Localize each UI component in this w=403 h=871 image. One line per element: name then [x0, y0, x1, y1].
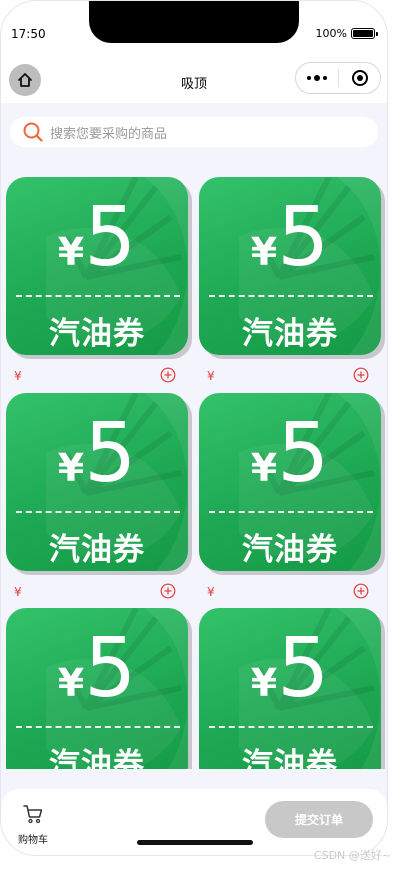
product-price: ¥	[207, 585, 215, 599]
coupon-value: ¥5	[6, 193, 188, 283]
product-card[interactable]: ¥5 汽油券 ¥	[199, 393, 381, 609]
add-to-cart-icon[interactable]	[353, 367, 369, 383]
coupon-currency: ¥	[57, 230, 85, 274]
search-bar[interactable]: 搜索您要采购的商品	[10, 117, 378, 147]
coupon-divider	[16, 511, 180, 513]
card-footer: ¥	[6, 571, 188, 609]
coupon-name: 汽油券	[49, 532, 145, 568]
status-time: 17:50	[11, 27, 46, 41]
target-icon	[351, 70, 368, 86]
add-to-cart-icon[interactable]	[353, 583, 369, 599]
product-grid: ¥5 汽油券 ¥ ¥5 汽油券 ¥ ¥5 汽油券 ¥ ¥5 汽油券 ¥ ¥5 汽…	[1, 163, 387, 769]
coupon-currency: ¥	[250, 446, 278, 490]
battery-icon	[351, 28, 378, 39]
watermark: CSDN @送好~	[313, 849, 391, 862]
coupon-image[interactable]: ¥5 汽油券	[199, 608, 381, 769]
coupon-amount: 5	[277, 190, 330, 285]
coupon-name: 汽油券	[49, 316, 145, 352]
coupon-amount: 5	[84, 406, 137, 501]
product-card[interactable]: ¥5 汽油券 ¥	[6, 177, 188, 393]
cart-icon	[23, 805, 43, 824]
product-card[interactable]: ¥5 汽油券	[199, 608, 381, 769]
coupon-value: ¥5	[199, 193, 381, 283]
coupon-image[interactable]: ¥5 汽油券	[6, 177, 188, 355]
coupon-value: ¥5	[6, 409, 188, 499]
product-price: ¥	[207, 369, 215, 383]
card-footer: ¥	[199, 571, 381, 609]
cart-button[interactable]: 购物车	[17, 803, 49, 846]
coupon-name: 汽油券	[242, 316, 338, 352]
coupon-amount: 5	[84, 190, 137, 285]
cart-label: 购物车	[18, 835, 48, 846]
mini-program-capsule	[295, 62, 381, 94]
coupon-value: ¥5	[199, 409, 381, 499]
battery-percent: 100%	[315, 27, 347, 40]
device-notch	[89, 1, 299, 43]
product-price: ¥	[14, 585, 22, 599]
coupon-image[interactable]: ¥5 汽油券	[199, 177, 381, 355]
nav-bar: 吸顶	[1, 51, 387, 103]
coupon-amount: 5	[84, 621, 137, 716]
phone-screen: 17:50 100% 吸顶 搜索您要采购的商品 ¥5 汽油券 ¥ ¥5 汽油券 …	[0, 0, 388, 856]
coupon-image[interactable]: ¥5 汽油券	[6, 608, 188, 769]
coupon-divider	[16, 295, 180, 297]
coupon-divider	[16, 726, 180, 728]
coupon-amount: 5	[277, 621, 330, 716]
home-indicator	[137, 840, 253, 845]
card-footer: ¥	[199, 355, 381, 393]
submit-order-button[interactable]: 提交订单	[265, 801, 373, 838]
coupon-currency: ¥	[57, 446, 85, 490]
coupon-name: 汽油券	[242, 747, 338, 769]
coupon-name: 汽油券	[242, 532, 338, 568]
product-card[interactable]: ¥5 汽油券 ¥	[6, 393, 188, 609]
more-dots-icon[interactable]	[296, 75, 338, 81]
coupon-image[interactable]: ¥5 汽油券	[199, 393, 381, 571]
add-to-cart-icon[interactable]	[160, 367, 176, 383]
card-footer: ¥	[6, 355, 188, 393]
battery-status: 100%	[315, 27, 378, 40]
search-icon	[23, 122, 43, 142]
close-capsule-button[interactable]	[339, 69, 380, 87]
coupon-currency: ¥	[250, 661, 278, 705]
bottom-action-bar: 购物车 提交订单	[1, 789, 387, 855]
product-card[interactable]: ¥5 汽油券	[6, 608, 188, 769]
coupon-divider	[209, 726, 373, 728]
add-to-cart-icon[interactable]	[160, 583, 176, 599]
coupon-amount: 5	[277, 406, 330, 501]
search-input[interactable]: 搜索您要采购的商品	[50, 123, 167, 142]
product-price: ¥	[14, 369, 22, 383]
coupon-currency: ¥	[250, 230, 278, 274]
coupon-image[interactable]: ¥5 汽油券	[6, 393, 188, 571]
coupon-value: ¥5	[199, 624, 381, 714]
coupon-currency: ¥	[57, 661, 85, 705]
product-card[interactable]: ¥5 汽油券 ¥	[199, 177, 381, 393]
coupon-value: ¥5	[6, 624, 188, 714]
coupon-divider	[209, 295, 373, 297]
coupon-divider	[209, 511, 373, 513]
coupon-name: 汽油券	[49, 747, 145, 769]
